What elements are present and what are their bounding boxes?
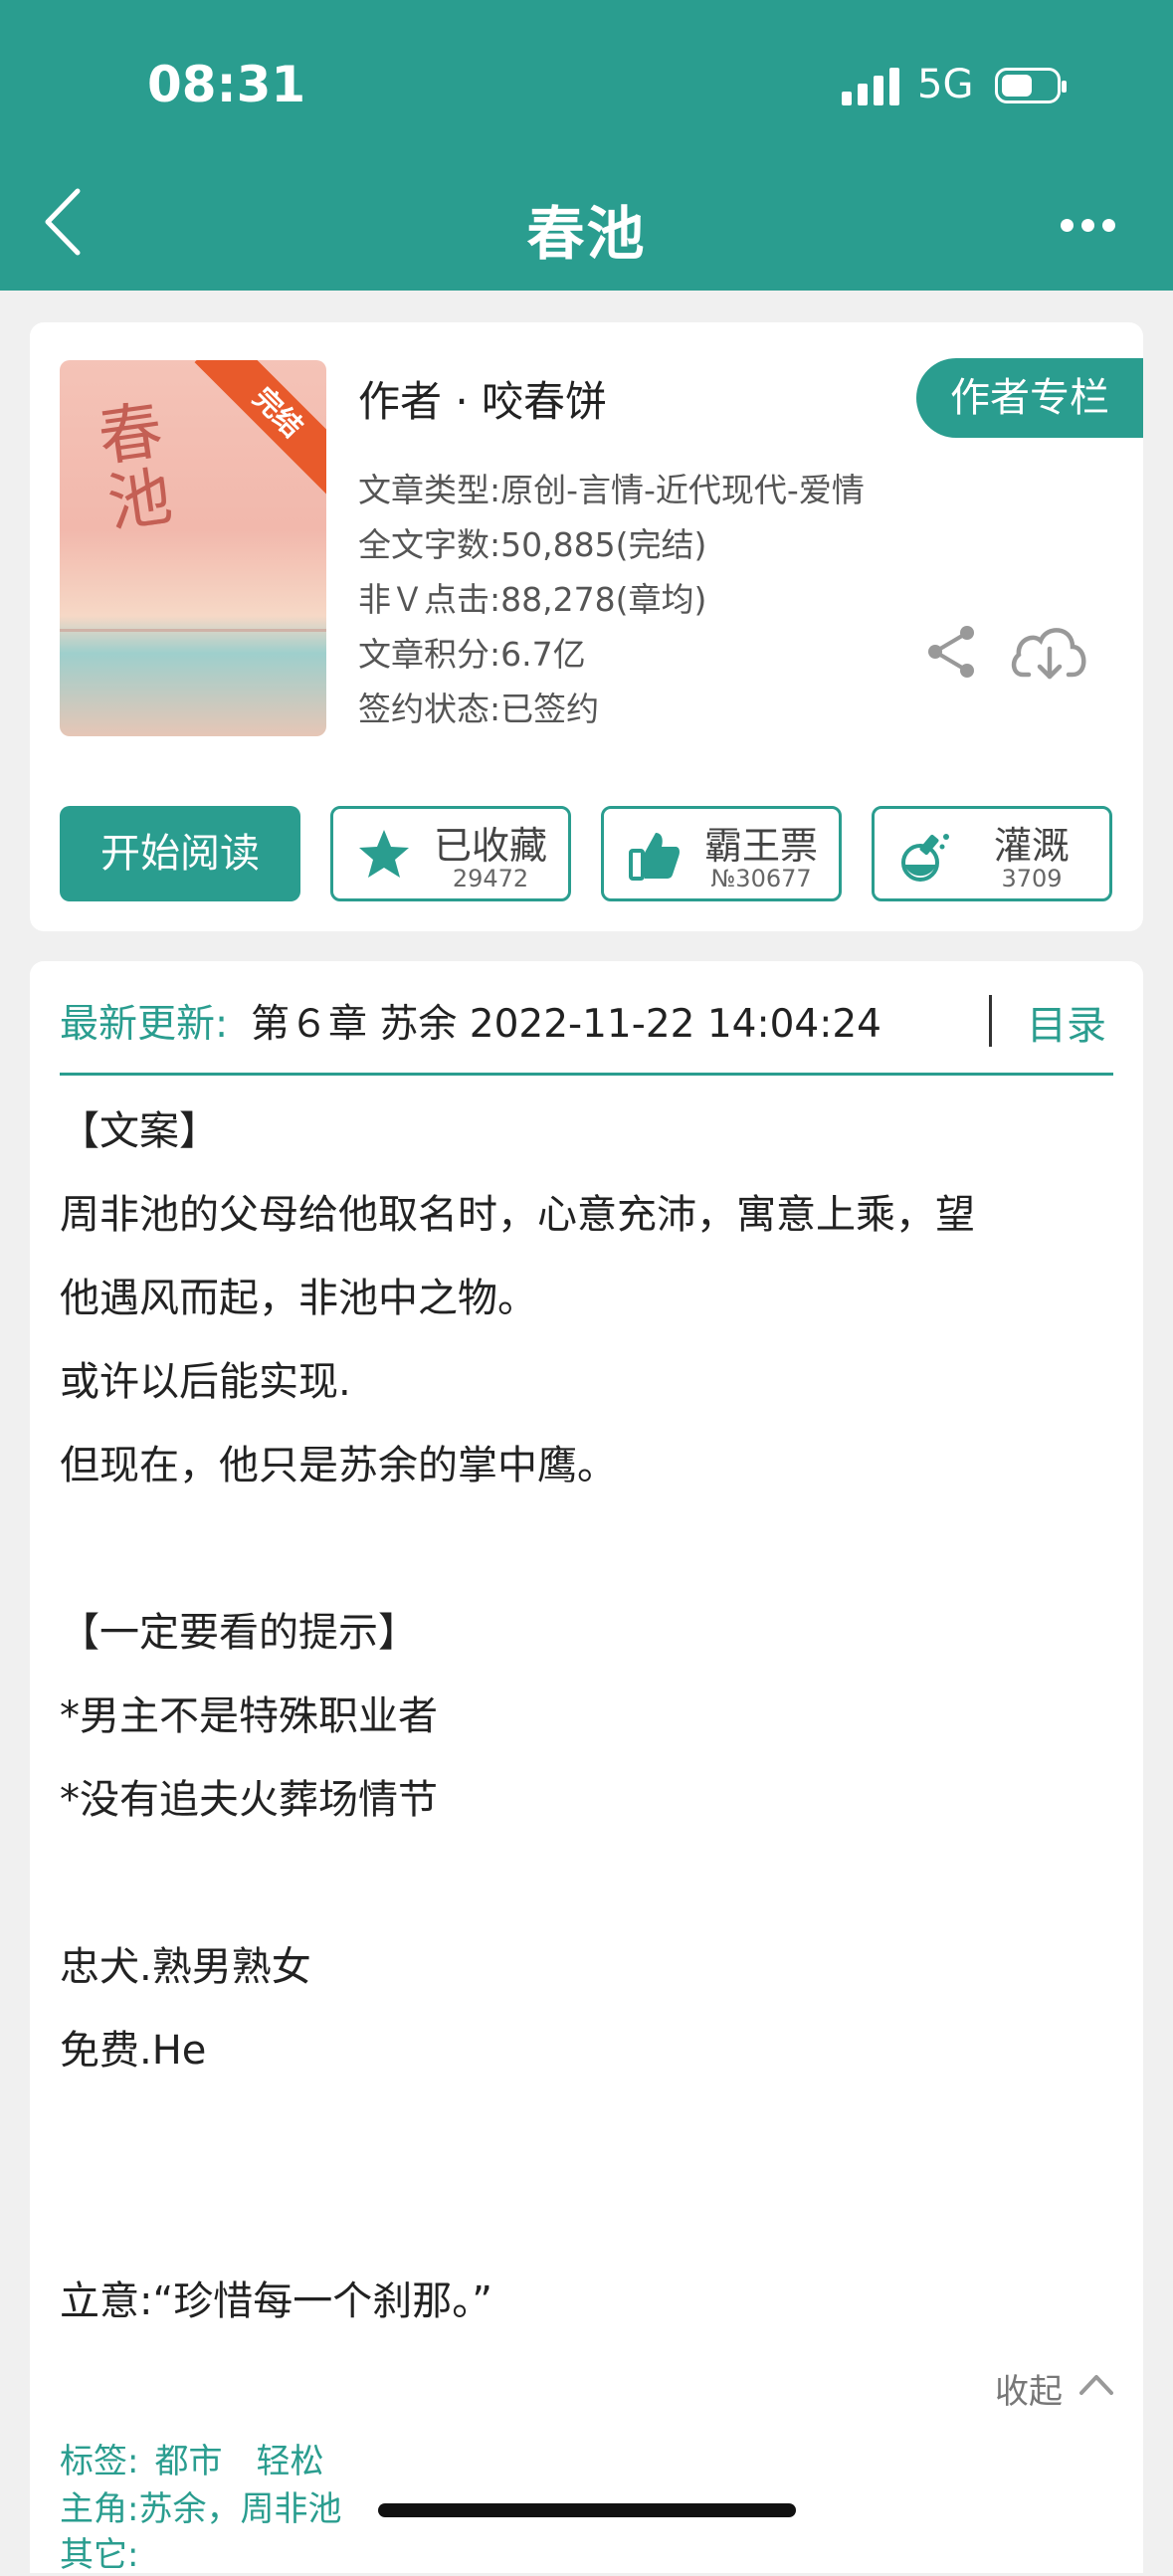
meta-word-count: 全文字数:50,885(完结) — [358, 525, 707, 564]
divider-line — [60, 1073, 1113, 1076]
status-time: 08:31 — [147, 56, 306, 113]
meta-contract: 签约状态:已签约 — [358, 690, 600, 728]
page-title: 春池 — [526, 200, 647, 268]
synopsis-line: 【文案】 — [60, 1108, 219, 1154]
cloud-download-icon[interactable] — [1009, 617, 1090, 687]
synopsis-line: 【一定要看的提示】 — [60, 1610, 418, 1656]
other-label: 其它: — [60, 2535, 139, 2575]
cover-title: 春池 — [94, 394, 177, 542]
protagonist-row: 主角:苏余，周非池 — [60, 2481, 341, 2530]
favorite-label: 已收藏 — [433, 824, 547, 868]
synopsis-line: 或许以后能实现. — [60, 1359, 351, 1405]
tags-value[interactable]: 都市 轻松 — [154, 2442, 323, 2481]
app-header: 08:31 5G 春池 — [0, 0, 1173, 291]
water-button[interactable]: 灌溉 3709 — [872, 806, 1112, 901]
star-icon — [359, 830, 409, 878]
water-count: 3709 — [1001, 865, 1063, 892]
collapse-button[interactable]: 收起 — [995, 2364, 1063, 2413]
synopsis-line: 立意:“珍惜每一个刹那。” — [60, 2279, 492, 2324]
tags-row: 标签: 都市 轻松 — [60, 2434, 323, 2482]
tags-label: 标签: — [60, 2442, 139, 2481]
author-column-button[interactable]: 作者专栏 — [916, 358, 1143, 438]
synopsis-line: *男主不是特殊职业者 — [60, 1693, 438, 1739]
more-icon[interactable] — [1061, 219, 1116, 233]
other-row: 其它: — [60, 2527, 138, 2576]
table-of-contents-link[interactable]: 目录 — [1027, 993, 1106, 1051]
water-label: 灌溉 — [993, 824, 1070, 868]
thumbs-up-icon — [629, 833, 680, 881]
start-reading-button[interactable]: 开始阅读 — [60, 806, 300, 901]
meta-score: 文章积分:6.7亿 — [358, 635, 586, 674]
network-type: 5G — [917, 62, 974, 107]
home-indicator[interactable] — [378, 2503, 796, 2517]
book-cover[interactable]: 春池 完结 — [60, 360, 326, 736]
synopsis-line: 周非池的父母给他取名时，心意充沛，寓意上乘，望 — [60, 1192, 975, 1238]
vote-count: №30677 — [710, 865, 812, 892]
latest-update-label: 最新更新: — [60, 1002, 229, 1047]
signal-icon — [842, 68, 899, 105]
latest-update-text[interactable]: 第６章 苏余 2022-11-22 14:04:24 — [251, 993, 881, 1049]
author-name[interactable]: 作者 · 咬春饼 — [358, 368, 607, 429]
chevron-up-icon[interactable] — [1078, 2372, 1114, 2396]
synopsis-line: *没有追夫火葬场情节 — [60, 1777, 438, 1823]
protagonist-label: 主角: — [60, 2489, 139, 2529]
share-icon[interactable] — [923, 623, 981, 681]
synopsis-line: 忠犬.熟男熟女 — [60, 1944, 311, 1990]
protagonist-value: 苏余，周非池 — [138, 2489, 342, 2529]
favorite-count: 29472 — [452, 865, 529, 892]
watering-flask-icon — [901, 834, 949, 882]
book-info-card: 春池 完结 作者 · 咬春饼 作者专栏 文章类型:原创-言情-近代现代-爱情 全… — [30, 322, 1143, 931]
synopsis-line: 他遇风而起，非池中之物。 — [60, 1276, 537, 1321]
completed-ribbon: 完结 — [194, 360, 326, 496]
meta-clicks: 非Ｖ点击:88,278(章均) — [358, 580, 707, 619]
synopsis-card: 最新更新: 第６章 苏余 2022-11-22 14:04:24 目录 【文案】… — [30, 961, 1143, 2576]
synopsis-line: 免费.He — [60, 2028, 207, 2074]
vote-label: 霸王票 — [703, 824, 818, 868]
battery-icon — [995, 68, 1067, 103]
favorite-button[interactable]: 已收藏 29472 — [330, 806, 571, 901]
synopsis-line: 但现在，他只是苏余的掌中鹰。 — [60, 1443, 617, 1488]
divider — [989, 995, 992, 1047]
meta-genre: 文章类型:原创-言情-近代现代-爱情 — [358, 471, 865, 509]
vote-button[interactable]: 霸王票 №30677 — [601, 806, 842, 901]
